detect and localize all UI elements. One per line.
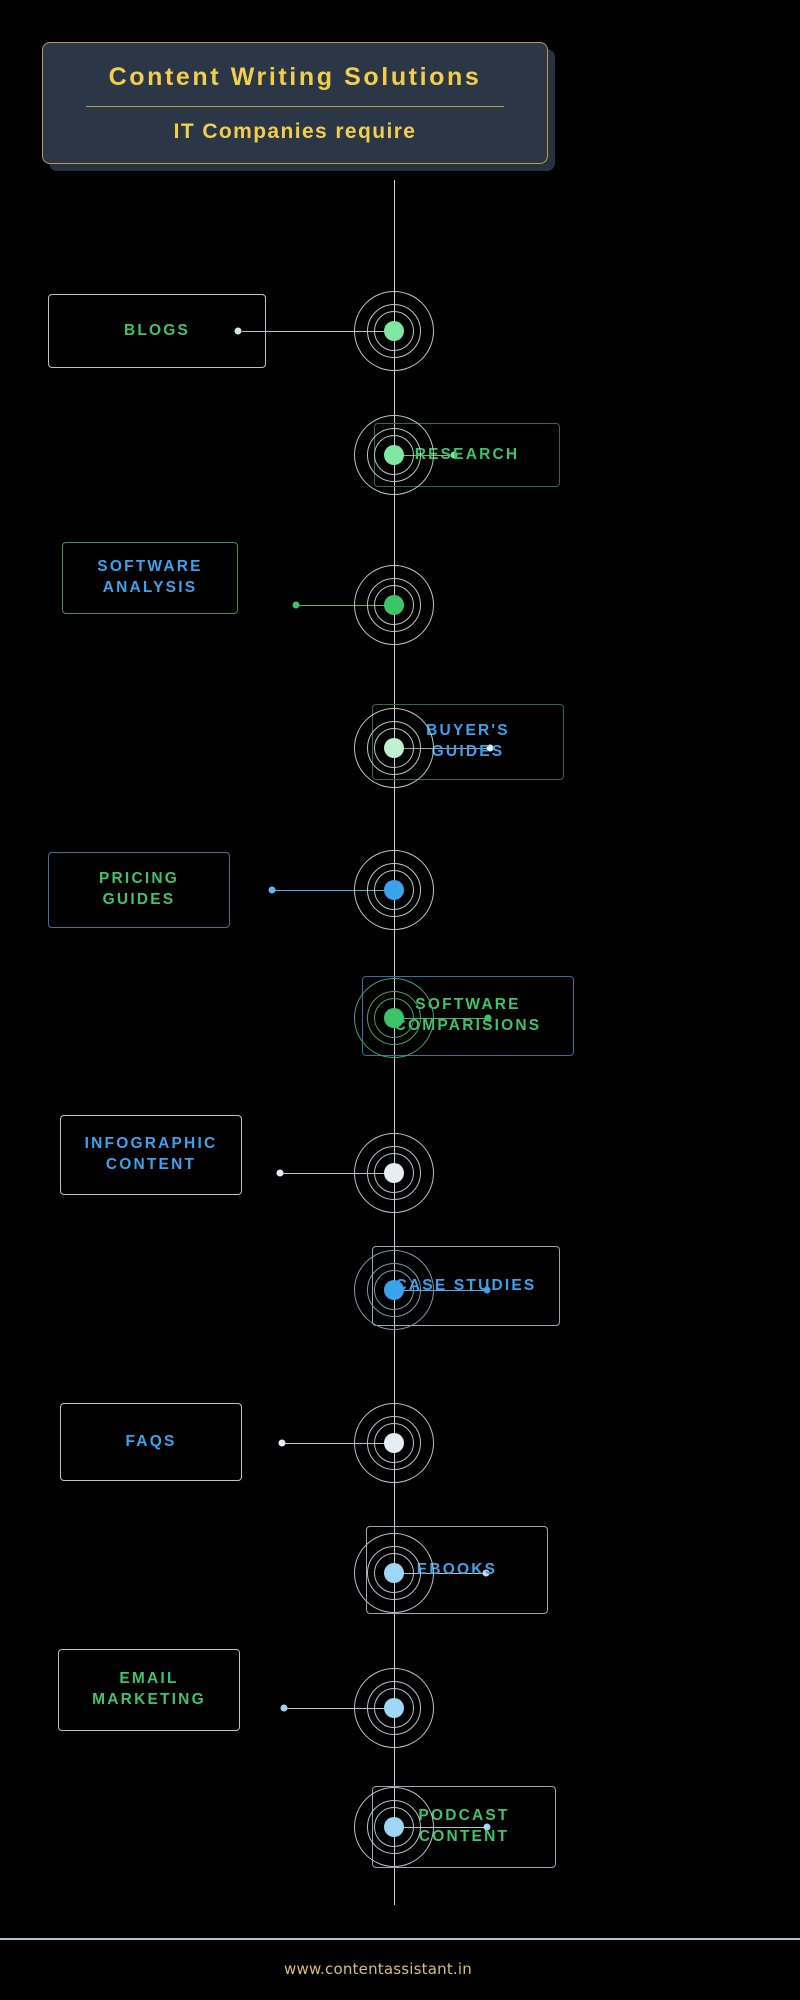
timeline-node-ebooks[interactable] [354,1533,434,1613]
timeline-node-research[interactable] [354,415,434,495]
node-core-dot [384,595,404,615]
timeline-item-label: SOFTWARE ANALYSIS [97,558,203,596]
timeline-node-blogs[interactable] [354,291,434,371]
header-divider [86,105,504,107]
timeline-node-case-studies[interactable] [354,1250,434,1330]
node-core-dot [384,321,404,341]
connector-dot [268,886,276,894]
page-subtitle: IT Companies require [173,119,417,143]
timeline-item-pricing-guides[interactable]: PRICING GUIDES [48,852,230,928]
timeline-node-software-analysis[interactable] [354,565,434,645]
connector-dot [278,1439,286,1447]
timeline-item-label: BUYER'S GUIDES [426,722,510,760]
node-core-dot [384,1817,404,1837]
connector-dot [280,1704,288,1712]
timeline-item-blogs[interactable]: BLOGS [48,294,266,368]
node-core-dot [384,1280,404,1300]
timeline-node-infographic-content[interactable] [354,1133,434,1213]
node-core-dot [384,738,404,758]
timeline-item-email-marketing[interactable]: EMAIL MARKETING [58,1649,240,1731]
timeline-item-label: INFOGRAPHIC CONTENT [84,1135,218,1173]
node-core-dot [384,1433,404,1453]
timeline-node-email-marketing[interactable] [354,1668,434,1748]
timeline-item-label: FAQS [125,1432,177,1450]
header-card: Content Writing Solutions IT Companies r… [42,42,548,164]
timeline-item-software-analysis[interactable]: SOFTWARE ANALYSIS [62,542,238,614]
node-core-dot [384,1563,404,1583]
footer-divider [0,1938,800,1940]
footer-website[interactable]: www.contentassistant.in [0,1960,800,1978]
timeline-item-infographic-content[interactable]: INFOGRAPHIC CONTENT [60,1115,242,1195]
timeline-node-pricing-guides[interactable] [354,850,434,930]
timeline-node-software-comparisions[interactable] [354,978,434,1058]
connector-dot [276,1169,284,1177]
node-core-dot [384,1698,404,1718]
timeline-node-buyers-guides[interactable] [354,708,434,788]
timeline-item-label: BLOGS [123,321,191,339]
timeline-node-podcast-content[interactable] [354,1787,434,1867]
timeline-node-faqs[interactable] [354,1403,434,1483]
node-core-dot [384,445,404,465]
timeline-item-label: PRICING GUIDES [99,870,179,908]
node-core-dot [384,1163,404,1183]
connector-dot [292,601,300,609]
node-core-dot [384,1008,404,1028]
page-title: Content Writing Solutions [108,62,482,91]
timeline-item-label: EMAIL MARKETING [92,1670,206,1708]
infographic-canvas: Content Writing Solutions IT Companies r… [0,0,800,2000]
timeline-item-faqs[interactable]: FAQS [60,1403,242,1481]
node-core-dot [384,880,404,900]
